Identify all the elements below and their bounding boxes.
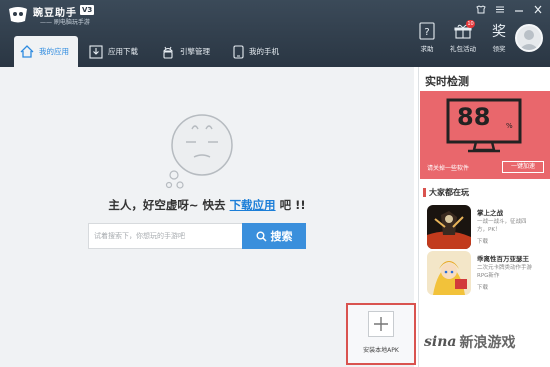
game-desc-line2: RPG新作 — [477, 273, 500, 279]
reward-button[interactable]: 奖 领奖 — [486, 22, 512, 53]
tab-engine-manage[interactable]: 引擎管理 — [155, 36, 227, 67]
reward-label: 领奖 — [492, 45, 506, 53]
window-controls — [472, 3, 546, 16]
search-button-label: 搜索 — [270, 230, 293, 243]
gift-button[interactable]: 10 礼包活动 — [450, 20, 476, 53]
download-icon — [89, 44, 103, 59]
tab-my-apps[interactable]: 我的应用 — [14, 36, 78, 67]
gift-label: 礼包活动 — [450, 45, 476, 53]
accelerate-button[interactable]: 一键加速 — [502, 161, 544, 173]
download-apps-link[interactable]: 下载应用 — [230, 198, 276, 212]
search-button[interactable]: 搜索 — [242, 223, 306, 249]
phone-icon — [233, 44, 244, 59]
install-local-apk-button[interactable]: 安装本地APK — [346, 303, 416, 365]
realtime-title: 实时检测 — [425, 75, 469, 88]
skin-icon[interactable] — [472, 3, 489, 16]
realtime-status: 请关掉一些软件 — [427, 165, 470, 172]
watermark: sina 新浪游戏 — [424, 332, 515, 352]
gift-badge: 10 — [466, 20, 475, 28]
search-input[interactable]: 试着搜索下，你想玩的手游吧 — [88, 223, 242, 249]
app-slogan: —— 刷电脑玩手游 — [40, 19, 90, 26]
gift-icon: 10 — [454, 20, 475, 40]
game-thumbnail — [427, 205, 471, 249]
realtime-unit: % — [506, 122, 513, 130]
sad-face-icon — [165, 114, 233, 189]
tab-app-download[interactable]: 应用下载 — [83, 36, 155, 67]
tab-engine-manage-label: 引擎管理 — [180, 47, 210, 56]
title-bar: 豌豆助手 V3 —— 刷电脑玩手游 我的应用 应用下载 引擎管理 我的手机 ? … — [0, 0, 550, 67]
android-icon — [162, 46, 174, 59]
main-nav: 我的应用 应用下载 引擎管理 我的手机 — [14, 36, 299, 67]
menu-icon[interactable] — [491, 3, 508, 16]
install-apk-label: 安装本地APK — [363, 347, 399, 354]
empty-suffix: 吧 !! — [279, 198, 306, 212]
sina-logo: sina — [424, 334, 457, 350]
game-thumbnail — [427, 251, 471, 295]
close-icon[interactable] — [529, 3, 546, 16]
game-desc-line2: 方，PK！ — [477, 227, 501, 233]
empty-state-message: 主人，好空虚呀~ 快去 下载应用 吧 !! — [0, 197, 414, 213]
game-download-link[interactable]: 下载 — [477, 237, 488, 245]
game-desc: 一战一战斗，征战四 — [477, 219, 527, 225]
popular-section-title: 大家都在玩 — [423, 187, 469, 198]
tab-app-download-label: 应用下载 — [108, 47, 138, 56]
realtime-value: 88 — [457, 103, 491, 131]
game-desc: 二次元卡牌类动作手游 — [477, 265, 533, 271]
search-bar: 试着搜索下，你想玩的手游吧 搜索 — [88, 223, 306, 249]
popular-title-label: 大家都在玩 — [429, 188, 469, 197]
main-content: 主人，好空虚呀~ 快去 下载应用 吧 !! 试着搜索下，你想玩的手游吧 搜索 安… — [0, 67, 416, 367]
reward-icon: 奖 — [492, 24, 506, 40]
avatar[interactable] — [515, 24, 543, 52]
tab-my-apps-label: 我的应用 — [39, 47, 69, 56]
plus-icon — [368, 311, 394, 337]
app-logo-icon — [6, 5, 30, 25]
search-icon — [256, 231, 267, 242]
game-name: 掌上之战 — [477, 209, 503, 217]
side-panel: 实时检测 88 % 请关掉一些软件 一键加速 大家都在玩 掌上之战 一战一战斗，… — [418, 67, 550, 367]
game-name: 乖离性百万亚瑟王 — [477, 255, 529, 263]
tab-my-phone-label: 我的手机 — [249, 47, 279, 56]
help-icon: ? — [418, 22, 436, 40]
tab-my-phone[interactable]: 我的手机 — [227, 36, 299, 67]
help-button[interactable]: ? 求助 — [414, 22, 440, 53]
minimize-icon[interactable] — [510, 3, 527, 16]
version-badge: V3 — [80, 5, 95, 15]
watermark-text: 新浪游戏 — [459, 335, 516, 351]
toolbar-right: ? 求助 10 礼包活动 奖 领奖 — [414, 20, 512, 53]
home-icon — [20, 45, 34, 58]
help-label: 求助 — [420, 45, 434, 53]
empty-prefix: 主人，好空虚呀~ 快去 — [108, 198, 226, 212]
list-item[interactable]: 乖离性百万亚瑟王 二次元卡牌类动作手游 RPG新作 下载 — [423, 251, 549, 295]
app-window: 豌豆助手 V3 —— 刷电脑玩手游 我的应用 应用下载 引擎管理 我的手机 ? … — [0, 0, 550, 367]
game-download-link[interactable]: 下载 — [477, 283, 488, 291]
section-marker — [423, 188, 426, 197]
list-item[interactable]: 掌上之战 一战一战斗，征战四 方，PK！ 下载 — [423, 205, 549, 249]
realtime-monitor-card: 88 % 请关掉一些软件 一键加速 — [420, 91, 550, 179]
svg-text:?: ? — [424, 27, 429, 38]
